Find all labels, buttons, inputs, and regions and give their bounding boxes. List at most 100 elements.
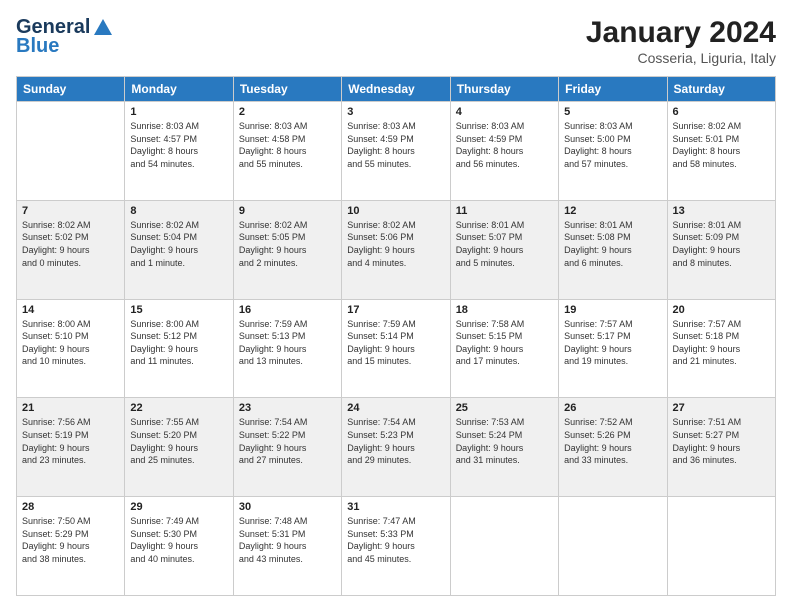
day-number: 8 bbox=[130, 205, 227, 217]
day-number: 23 bbox=[239, 402, 336, 414]
day-info: Sunrise: 7:48 AM Sunset: 5:31 PM Dayligh… bbox=[239, 515, 336, 565]
day-number: 16 bbox=[239, 304, 336, 316]
day-cell: 10 Sunrise: 8:02 AM Sunset: 5:06 PM Dayli… bbox=[342, 200, 450, 299]
day-number: 25 bbox=[456, 402, 553, 414]
location: Cosseria, Liguria, Italy bbox=[586, 50, 776, 66]
logo-icon bbox=[92, 17, 114, 39]
day-info: Sunrise: 7:51 AM Sunset: 5:27 PM Dayligh… bbox=[673, 416, 770, 466]
day-cell: 5 Sunrise: 8:03 AM Sunset: 5:00 PM Daylig… bbox=[559, 102, 667, 201]
day-cell: 4 Sunrise: 8:03 AM Sunset: 4:59 PM Daylig… bbox=[450, 102, 558, 201]
day-info: Sunrise: 7:59 AM Sunset: 5:13 PM Dayligh… bbox=[239, 318, 336, 368]
day-cell bbox=[559, 497, 667, 596]
day-number: 9 bbox=[239, 205, 336, 217]
day-info: Sunrise: 7:54 AM Sunset: 5:23 PM Dayligh… bbox=[347, 416, 444, 466]
day-number: 3 bbox=[347, 106, 444, 118]
day-info: Sunrise: 8:00 AM Sunset: 5:12 PM Dayligh… bbox=[130, 318, 227, 368]
day-number: 1 bbox=[130, 106, 227, 118]
day-number: 12 bbox=[564, 205, 661, 217]
day-cell: 21Sunrise: 7:56 AM Sunset: 5:19 PM Dayli… bbox=[17, 398, 125, 497]
day-info: Sunrise: 8:03 AM Sunset: 5:00 PM Dayligh… bbox=[564, 120, 661, 170]
day-number: 15 bbox=[130, 304, 227, 316]
title-block: January 2024 Cosseria, Liguria, Italy bbox=[586, 16, 776, 66]
day-cell: 24 Sunrise: 7:54 AM Sunset: 5:23 PM Dayli… bbox=[342, 398, 450, 497]
month-title: January 2024 bbox=[586, 16, 776, 50]
day-cell: 23 Sunrise: 7:54 AM Sunset: 5:22 PM Dayli… bbox=[233, 398, 341, 497]
day-number: 7 bbox=[22, 205, 119, 217]
col-header-wednesday: Wednesday bbox=[342, 77, 450, 102]
day-cell: 20Sunrise: 7:57 AM Sunset: 5:18 PM Dayli… bbox=[667, 299, 775, 398]
day-info: Sunrise: 7:54 AM Sunset: 5:22 PM Dayligh… bbox=[239, 416, 336, 466]
day-info: Sunrise: 7:47 AM Sunset: 5:33 PM Dayligh… bbox=[347, 515, 444, 565]
day-cell: 2 Sunrise: 8:03 AM Sunset: 4:58 PM Daylig… bbox=[233, 102, 341, 201]
day-cell: 8 Sunrise: 8:02 AM Sunset: 5:04 PM Daylig… bbox=[125, 200, 233, 299]
col-header-friday: Friday bbox=[559, 77, 667, 102]
day-info: Sunrise: 7:56 AM Sunset: 5:19 PM Dayligh… bbox=[22, 416, 119, 466]
day-number: 13 bbox=[673, 205, 770, 217]
day-cell: 11 Sunrise: 8:01 AM Sunset: 5:07 PM Dayli… bbox=[450, 200, 558, 299]
day-cell: 9 Sunrise: 8:02 AM Sunset: 5:05 PM Daylig… bbox=[233, 200, 341, 299]
day-cell: 1 Sunrise: 8:03 AM Sunset: 4:57 PM Daylig… bbox=[125, 102, 233, 201]
day-cell: 22Sunrise: 7:55 AM Sunset: 5:20 PM Dayli… bbox=[125, 398, 233, 497]
col-header-sunday: Sunday bbox=[17, 77, 125, 102]
day-info: Sunrise: 7:49 AM Sunset: 5:30 PM Dayligh… bbox=[130, 515, 227, 565]
day-cell: 25 Sunrise: 7:53 AM Sunset: 5:24 PM Dayli… bbox=[450, 398, 558, 497]
day-cell: 26 Sunrise: 7:52 AM Sunset: 5:26 PM Dayli… bbox=[559, 398, 667, 497]
day-cell bbox=[450, 497, 558, 596]
week-row-2: 14Sunrise: 8:00 AM Sunset: 5:10 PM Dayli… bbox=[17, 299, 776, 398]
day-number: 11 bbox=[456, 205, 553, 217]
day-info: Sunrise: 7:57 AM Sunset: 5:18 PM Dayligh… bbox=[673, 318, 770, 368]
logo-blue: Blue bbox=[16, 35, 59, 58]
day-info: Sunrise: 7:52 AM Sunset: 5:26 PM Dayligh… bbox=[564, 416, 661, 466]
day-number: 10 bbox=[347, 205, 444, 217]
day-cell: 17Sunrise: 7:59 AM Sunset: 5:14 PM Dayli… bbox=[342, 299, 450, 398]
day-info: Sunrise: 7:53 AM Sunset: 5:24 PM Dayligh… bbox=[456, 416, 553, 466]
day-info: Sunrise: 8:03 AM Sunset: 4:58 PM Dayligh… bbox=[239, 120, 336, 170]
day-info: Sunrise: 8:02 AM Sunset: 5:06 PM Dayligh… bbox=[347, 219, 444, 269]
day-number: 31 bbox=[347, 501, 444, 513]
day-number: 28 bbox=[22, 501, 119, 513]
day-info: Sunrise: 7:57 AM Sunset: 5:17 PM Dayligh… bbox=[564, 318, 661, 368]
day-cell: 14Sunrise: 8:00 AM Sunset: 5:10 PM Dayli… bbox=[17, 299, 125, 398]
day-info: Sunrise: 8:01 AM Sunset: 5:09 PM Dayligh… bbox=[673, 219, 770, 269]
day-number: 26 bbox=[564, 402, 661, 414]
day-info: Sunrise: 8:02 AM Sunset: 5:05 PM Dayligh… bbox=[239, 219, 336, 269]
col-header-thursday: Thursday bbox=[450, 77, 558, 102]
day-cell: 28Sunrise: 7:50 AM Sunset: 5:29 PM Dayli… bbox=[17, 497, 125, 596]
day-info: Sunrise: 8:02 AM Sunset: 5:01 PM Dayligh… bbox=[673, 120, 770, 170]
day-cell: 15 Sunrise: 8:00 AM Sunset: 5:12 PM Dayli… bbox=[125, 299, 233, 398]
day-info: Sunrise: 8:03 AM Sunset: 4:57 PM Dayligh… bbox=[130, 120, 227, 170]
day-info: Sunrise: 8:02 AM Sunset: 5:04 PM Dayligh… bbox=[130, 219, 227, 269]
week-row-4: 28Sunrise: 7:50 AM Sunset: 5:29 PM Dayli… bbox=[17, 497, 776, 596]
day-info: Sunrise: 7:55 AM Sunset: 5:20 PM Dayligh… bbox=[130, 416, 227, 466]
week-row-1: 7 Sunrise: 8:02 AM Sunset: 5:02 PM Daylig… bbox=[17, 200, 776, 299]
day-number: 5 bbox=[564, 106, 661, 118]
calendar-table: SundayMondayTuesdayWednesdayThursdayFrid… bbox=[16, 76, 776, 596]
day-cell: 16 Sunrise: 7:59 AM Sunset: 5:13 PM Dayli… bbox=[233, 299, 341, 398]
day-number: 2 bbox=[239, 106, 336, 118]
day-cell bbox=[667, 497, 775, 596]
day-number: 24 bbox=[347, 402, 444, 414]
day-info: Sunrise: 7:59 AM Sunset: 5:14 PM Dayligh… bbox=[347, 318, 444, 368]
day-number: 30 bbox=[239, 501, 336, 513]
day-cell: 13 Sunrise: 8:01 AM Sunset: 5:09 PM Dayli… bbox=[667, 200, 775, 299]
day-number: 18 bbox=[456, 304, 553, 316]
day-info: Sunrise: 7:58 AM Sunset: 5:15 PM Dayligh… bbox=[456, 318, 553, 368]
day-number: 4 bbox=[456, 106, 553, 118]
col-header-monday: Monday bbox=[125, 77, 233, 102]
col-header-saturday: Saturday bbox=[667, 77, 775, 102]
day-cell: 6 Sunrise: 8:02 AM Sunset: 5:01 PM Daylig… bbox=[667, 102, 775, 201]
day-cell: 30 Sunrise: 7:48 AM Sunset: 5:31 PM Dayli… bbox=[233, 497, 341, 596]
day-cell: 19Sunrise: 7:57 AM Sunset: 5:17 PM Dayli… bbox=[559, 299, 667, 398]
day-info: Sunrise: 8:01 AM Sunset: 5:08 PM Dayligh… bbox=[564, 219, 661, 269]
header-row: SundayMondayTuesdayWednesdayThursdayFrid… bbox=[17, 77, 776, 102]
day-cell: 7 Sunrise: 8:02 AM Sunset: 5:02 PM Daylig… bbox=[17, 200, 125, 299]
day-number: 29 bbox=[130, 501, 227, 513]
day-number: 6 bbox=[673, 106, 770, 118]
day-info: Sunrise: 8:02 AM Sunset: 5:02 PM Dayligh… bbox=[22, 219, 119, 269]
day-info: Sunrise: 8:03 AM Sunset: 4:59 PM Dayligh… bbox=[456, 120, 553, 170]
day-info: Sunrise: 8:01 AM Sunset: 5:07 PM Dayligh… bbox=[456, 219, 553, 269]
day-info: Sunrise: 8:03 AM Sunset: 4:59 PM Dayligh… bbox=[347, 120, 444, 170]
day-cell: 29 Sunrise: 7:49 AM Sunset: 5:30 PM Dayli… bbox=[125, 497, 233, 596]
week-row-3: 21Sunrise: 7:56 AM Sunset: 5:19 PM Dayli… bbox=[17, 398, 776, 497]
day-cell: 12 Sunrise: 8:01 AM Sunset: 5:08 PM Dayli… bbox=[559, 200, 667, 299]
